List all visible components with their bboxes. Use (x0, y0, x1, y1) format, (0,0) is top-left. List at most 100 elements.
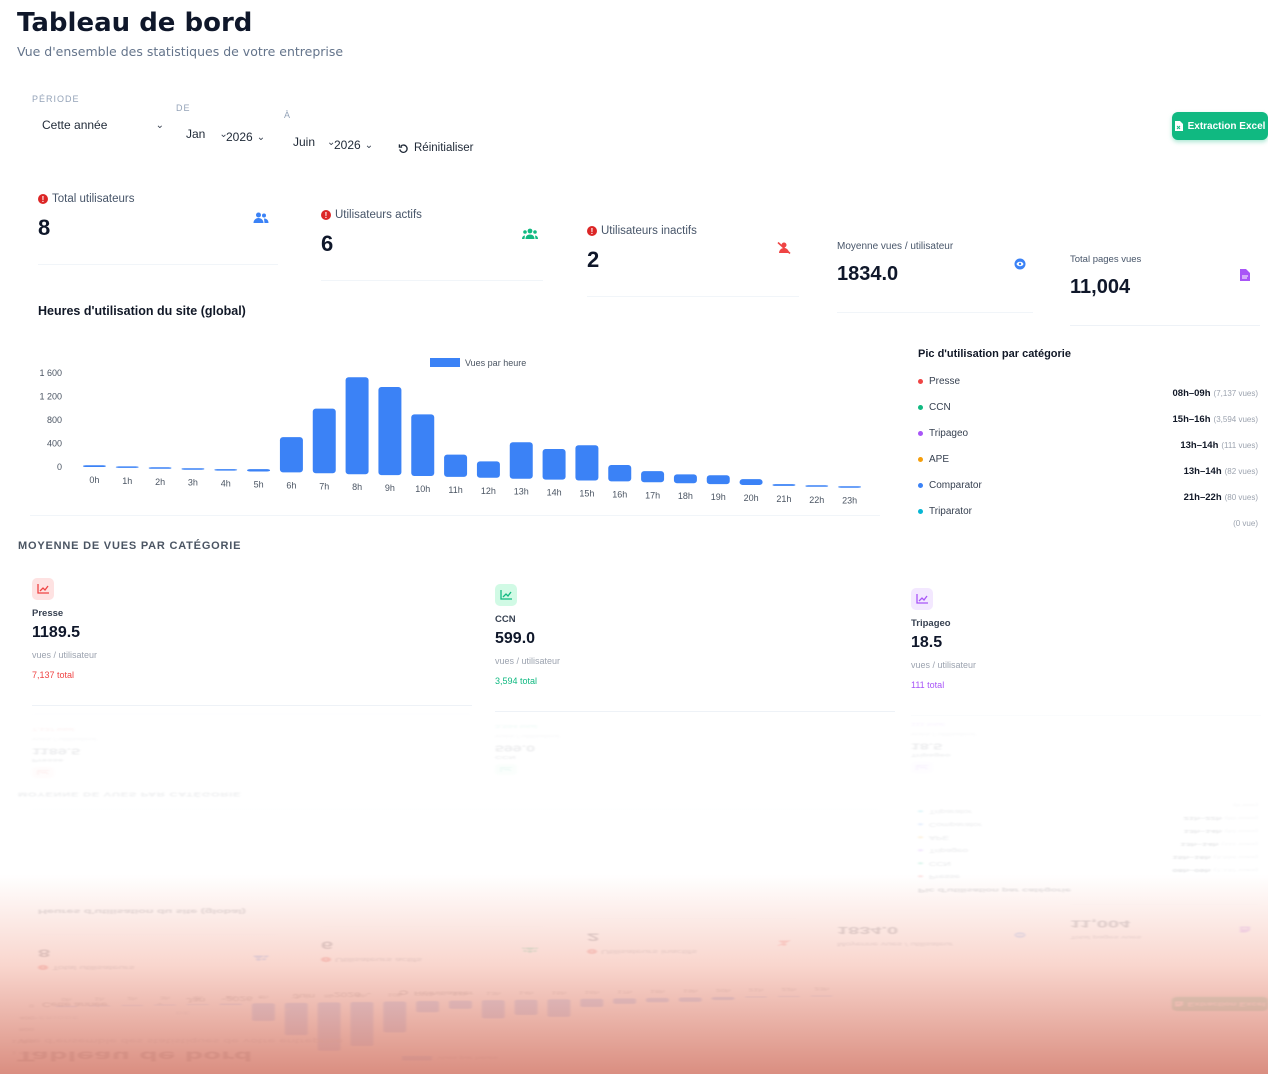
x-tick-label: 16h (612, 489, 627, 499)
user-slash-icon (775, 239, 793, 257)
bar-1h[interactable] (115, 466, 139, 468)
info-icon: ! (321, 210, 331, 220)
category-name: Tripageo (911, 618, 951, 629)
x-tick-label: 7h (319, 481, 329, 491)
chart-legend: Vues par heure (430, 358, 526, 368)
category-total: 7,137 total (32, 670, 75, 680)
excel-export-button[interactable]: Extraction Excel (1172, 112, 1268, 140)
category-total: 111 total (911, 680, 945, 690)
y-tick-label: 0 (57, 462, 62, 472)
stat-card-active-users: ! Utilisateurs actifs 6 (321, 209, 543, 281)
category-value: 18.5 (911, 634, 943, 651)
bar-13h[interactable] (509, 442, 533, 479)
chevron-down-icon: ⌄ (364, 139, 374, 151)
x-tick-label: 4h (221, 479, 231, 489)
stat-value: 6 (321, 231, 334, 256)
peak-views: (80 vues) (1224, 492, 1258, 502)
users-icon (252, 209, 270, 227)
reflection-fade (0, 712, 1268, 1074)
x-tick-label: 14h (547, 488, 562, 498)
category-value: 599.0 (495, 630, 536, 647)
a-year-value: 2026 (334, 138, 361, 152)
users-active-icon (521, 225, 539, 243)
peak-views: (7,137 vues) (1213, 388, 1258, 398)
stat-value: 1834.0 (837, 263, 899, 285)
de-label: DE (176, 103, 191, 113)
de-month-select[interactable]: Jan ⌄ (186, 127, 228, 141)
x-tick-label: 13h (514, 487, 529, 497)
peak-views: (0 vue) (1233, 518, 1258, 528)
bar-2h[interactable] (148, 467, 172, 469)
stat-value: 11,004 (1070, 276, 1131, 298)
x-tick-label: 11h (448, 485, 462, 495)
excel-export-label: Extraction Excel (1187, 120, 1266, 132)
y-tick-label: 400 (47, 439, 62, 449)
periode-select[interactable]: Cette année ⌄ (42, 118, 164, 132)
periode-value: Cette année (42, 118, 108, 132)
bar-23h[interactable] (838, 486, 862, 488)
bar-8h[interactable] (345, 377, 369, 475)
peak-range: 15h–16h (1172, 413, 1211, 425)
bar-17h[interactable] (641, 471, 665, 483)
stat-card-total-pages: Total pages vues 11,004 (1070, 254, 1260, 326)
x-tick-label: 2h (155, 477, 165, 487)
legend-label: Vues par heure (465, 358, 526, 368)
x-tick-label: 9h (385, 483, 395, 493)
bar-7h[interactable] (312, 408, 336, 474)
category-value: 1189.5 (32, 624, 81, 641)
bar-15h[interactable] (575, 445, 599, 481)
x-tick-label: 19h (711, 492, 726, 502)
y-tick-label: 1 600 (39, 368, 62, 378)
peak-views: (82 vues) (1224, 466, 1258, 476)
chart-line-icon (32, 578, 54, 600)
de-year-select[interactable]: 2026 ⌄ (226, 130, 265, 144)
x-tick-label: 18h (678, 491, 693, 501)
bar-6h[interactable] (279, 437, 303, 473)
bar-0h[interactable] (82, 465, 106, 467)
chevron-down-icon: ⌄ (155, 119, 164, 131)
category-dot (918, 456, 923, 462)
bar-10h[interactable] (411, 414, 435, 476)
category-section-title: MOYENNE DE VUES PAR CATÉGORIE (18, 540, 242, 552)
bar-18h[interactable] (673, 474, 697, 484)
info-icon: ! (38, 194, 48, 204)
x-tick-label: 3h (188, 478, 198, 488)
x-tick-label: 23h (842, 496, 857, 506)
de-year-value: 2026 (226, 130, 253, 144)
x-tick-label: 20h (744, 493, 759, 503)
dashboard-stage: Tableau de bord Vue d'ensemble des stati… (0, 0, 1268, 1074)
stat-label: Moyenne vues / utilisateur (837, 241, 954, 252)
chart-line-icon (911, 588, 933, 610)
bar-14h[interactable] (542, 449, 566, 480)
stat-card-inactive-users: ! Utilisateurs inactifs 2 (587, 225, 799, 297)
category-dot (918, 482, 923, 488)
eye-icon (1011, 255, 1029, 273)
reset-label: Réinitialiser (414, 142, 474, 154)
bar-19h[interactable] (706, 475, 730, 485)
category-card-tripageo: Tripageo 18.5 vues / utilisateur 111 tot… (911, 588, 1261, 716)
bar-4h[interactable] (214, 469, 238, 471)
a-year-select[interactable]: 2026 ⌄ (334, 138, 373, 152)
bar-9h[interactable] (378, 386, 402, 476)
bar-20h[interactable] (739, 479, 763, 485)
bar-21h[interactable] (772, 484, 796, 486)
a-month-select[interactable]: Juin ⌄ (293, 135, 335, 149)
peak-usage-title: Pic d'utilisation par catégorie (918, 348, 1071, 360)
chevron-down-icon: ⌄ (256, 131, 266, 143)
reset-button[interactable]: Réinitialiser (398, 142, 473, 154)
page-title: Tableau de bord (17, 8, 253, 38)
bar-12h[interactable] (476, 461, 500, 478)
bar-22h[interactable] (805, 485, 829, 487)
stat-value: 8 (38, 215, 51, 240)
bar-11h[interactable] (444, 454, 468, 477)
category-card-presse: Presse 1189.5 vues / utilisateur 7,137 t… (32, 578, 472, 706)
peak-value-row: (0 vue) (918, 514, 1258, 532)
bar-16h[interactable] (608, 464, 632, 482)
category-unit: vues / utilisateur (495, 656, 561, 666)
category-dot (918, 404, 923, 410)
x-tick-label: 6h (286, 480, 296, 490)
category-dot (918, 430, 923, 436)
bar-3h[interactable] (181, 468, 205, 470)
bar-5h[interactable] (247, 469, 271, 472)
x-tick-label: 0h (89, 475, 99, 485)
